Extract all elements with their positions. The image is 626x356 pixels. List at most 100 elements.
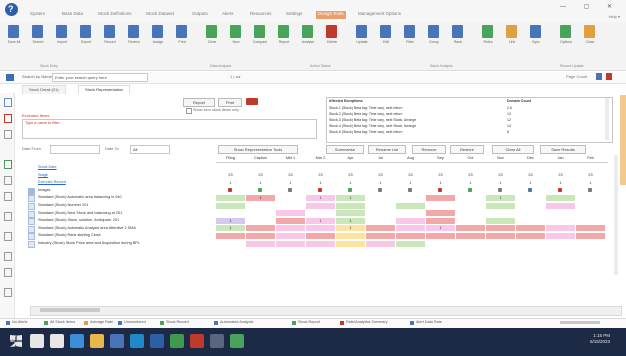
ribbon-button-label[interactable]: Record [102,40,118,44]
grid-cell[interactable] [576,195,605,201]
ribbon-button-label[interactable]: Filter [402,40,418,44]
ribbon-button-label[interactable]: Search [30,40,46,44]
show-zero-checkbox[interactable] [186,108,192,114]
grid-cell[interactable] [306,240,335,247]
ribbon-tab[interactable]: Settings [284,11,304,19]
status-item[interactable]: Automated Analysis [220,320,253,324]
grid-cell[interactable]: 23 [276,172,305,178]
grid-toolbar-button[interactable]: Rename List [368,145,406,154]
grid-cell[interactable] [216,232,245,239]
ribbon-button-icon[interactable] [356,25,367,38]
row-icon[interactable] [28,203,35,210]
grid-cell[interactable]: 1 [366,180,395,186]
grid-cell[interactable] [576,165,605,171]
alert-icon[interactable] [4,114,12,123]
media-icon[interactable] [130,334,144,348]
grid-cell[interactable] [576,218,605,224]
column-header[interactable]: Dec [516,155,545,162]
ribbon-button-label[interactable]: New [228,40,244,44]
grid-cell[interactable] [516,165,545,171]
ribbon-button-label[interactable]: Import [54,40,70,44]
column-header[interactable]: Aug [396,155,425,162]
grid-cell[interactable] [546,165,575,171]
grid-cell[interactable] [246,203,275,209]
grid-cell[interactable]: 23 [456,172,485,178]
pdf-icon[interactable] [606,73,612,80]
ribbon-button-icon[interactable] [506,25,517,38]
grid-toolbar-button[interactable]: Remove [412,145,446,154]
archive-icon[interactable] [4,268,12,277]
ribbon-button-label[interactable]: Rank [450,40,466,44]
grid-cell[interactable]: 1 [486,194,515,201]
exceptions-scrollbar[interactable] [605,98,609,140]
status-item[interactable]: Rate/Analytics Summary [346,320,388,324]
status-item[interactable]: Stock Record [166,320,189,324]
column-header[interactable]: Caption [246,155,275,162]
grid-cell[interactable] [246,165,275,171]
grid-cell[interactable] [426,241,455,247]
grid-cell[interactable] [486,165,515,171]
grid-cell[interactable] [516,225,545,232]
column-header[interactable]: Mkt 1 [276,155,305,162]
grid-cell[interactable]: 23 [306,172,335,178]
row-icon[interactable] [28,233,35,241]
explorer-icon[interactable] [90,334,104,348]
grid-cell[interactable] [516,210,545,216]
grid-cell[interactable] [246,225,275,232]
ribbon-tab[interactable]: Alerts [220,11,236,19]
grid-toolbar-button[interactable]: Restore [450,145,484,154]
navigation-icon[interactable] [6,74,14,81]
grid-cell[interactable] [396,165,425,171]
ribbon-tab[interactable]: System [28,11,47,19]
ribbon-button-icon[interactable] [254,25,265,38]
date-to-input[interactable]: All [130,145,170,154]
status-item[interactable]: Alert Data Rate [416,320,442,324]
app-blue-icon[interactable] [150,334,164,348]
grid-cell[interactable] [516,232,545,239]
grid-cell[interactable] [366,210,395,216]
grid-cell[interactable]: 1 [546,180,575,186]
grid-cell[interactable] [396,195,425,201]
grid-cell[interactable] [426,217,455,224]
window-controls[interactable]: — ▢ ✕ [560,3,620,10]
grid-cell[interactable] [216,202,245,209]
scrollbar-thumb[interactable] [40,308,100,312]
edge-icon[interactable] [70,334,84,348]
grid-cell[interactable] [366,240,395,247]
ribbon-button-icon[interactable] [404,25,415,38]
page-navigator[interactable]: 1 | ◂ ▸ [230,74,241,79]
grid-cell[interactable] [426,165,455,171]
ribbon-button-label[interactable]: Close [582,40,598,44]
grid-cell[interactable] [276,232,305,239]
ribbon-button-label[interactable]: Review [126,40,142,44]
grid-toolbar-button[interactable]: Clear All [492,145,534,154]
grid-cell[interactable] [456,225,485,232]
grid-cell[interactable] [516,218,545,224]
ribbon-button-icon[interactable] [56,25,67,38]
grid-cell[interactable] [396,225,425,232]
report-button[interactable]: Report [183,98,215,107]
grid-cell[interactable] [426,210,455,217]
exception-name[interactable]: Stock-4 (Stock) Beta tag: Time vary, nex… [329,124,416,128]
grid-cell[interactable] [216,194,245,201]
grid-cell[interactable] [546,194,575,201]
exception-name[interactable]: Stock-5 (Stock) Beta tag: Time vary, nex… [329,130,402,134]
grid-cell[interactable]: 1 [306,217,335,224]
column-header[interactable]: Jan [546,155,575,162]
row-icon[interactable] [28,187,35,195]
grid-cell[interactable]: 23 [576,172,605,178]
grid-vertical-scrollbar[interactable] [614,155,618,275]
ribbon-button-icon[interactable] [530,25,541,38]
row-icon[interactable] [28,225,35,233]
ribbon-button-icon[interactable] [380,25,391,38]
report-icon[interactable] [4,232,12,241]
grid-cell[interactable] [306,202,335,209]
grid-cell[interactable]: 1 [276,180,305,186]
folder-icon[interactable] [4,176,12,185]
ribbon-button-icon[interactable] [128,25,139,38]
column-header[interactable]: Filing [216,155,245,162]
grid-cell[interactable] [486,210,515,216]
ribbon-button-icon[interactable] [584,25,595,38]
app-green-icon[interactable] [170,334,184,348]
grid-cell[interactable]: 1 [216,225,245,232]
